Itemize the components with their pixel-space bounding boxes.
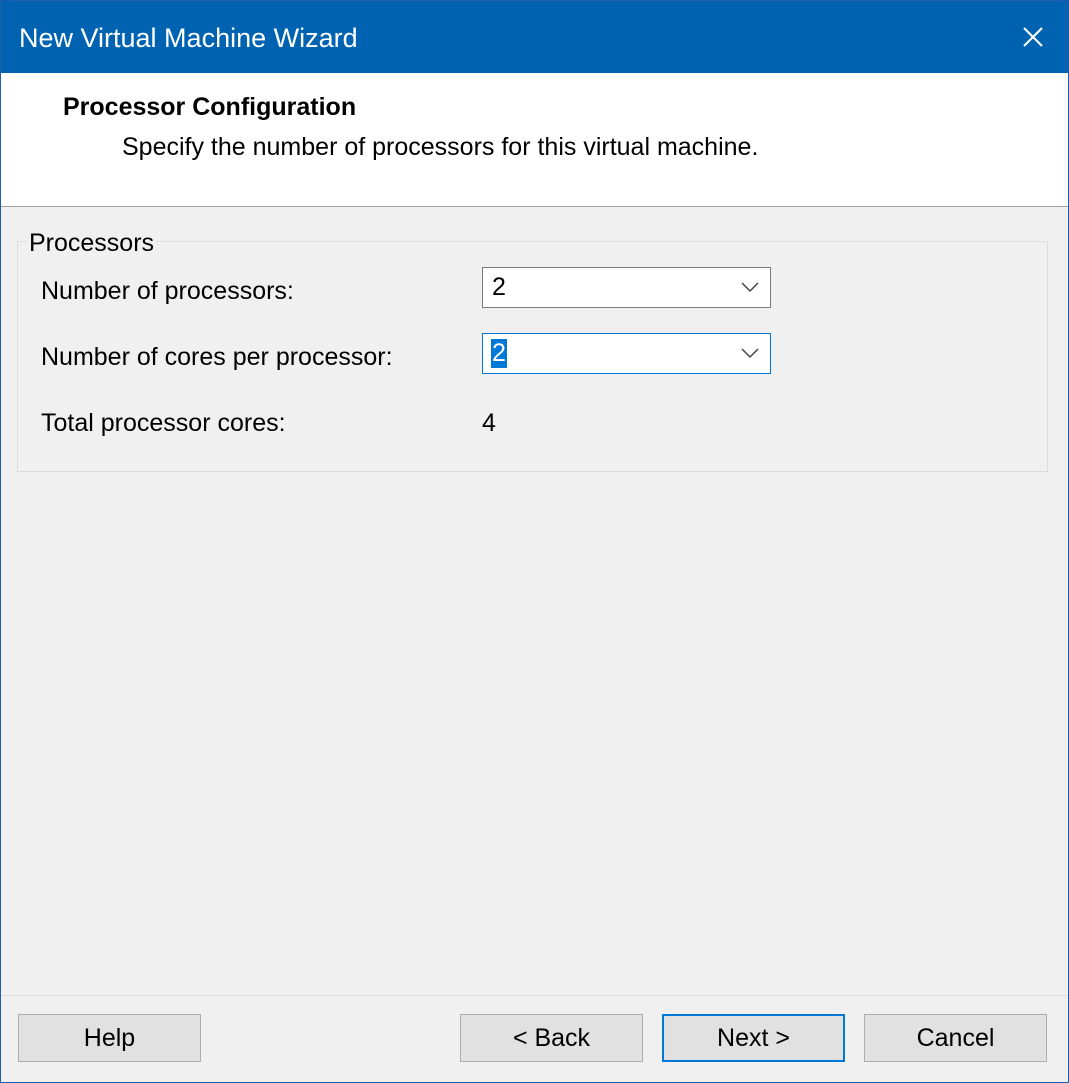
processors-group-label: Processors — [27, 229, 157, 258]
num-processors-value: 2 — [492, 273, 506, 301]
page-subtitle: Specify the number of processors for thi… — [122, 133, 759, 161]
total-cores-value: 4 — [482, 409, 496, 437]
close-icon — [1023, 27, 1043, 47]
page-title: Processor Configuration — [63, 93, 357, 121]
help-button[interactable]: Help — [18, 1014, 201, 1062]
chevron-down-icon[interactable] — [740, 280, 760, 294]
title-bar: New Virtual Machine Wizard — [1, 1, 1068, 73]
num-processors-dropdown[interactable]: 2 — [482, 267, 771, 308]
window-title: New Virtual Machine Wizard — [19, 23, 358, 53]
next-button[interactable]: Next > — [662, 1014, 845, 1062]
cancel-button[interactable]: Cancel — [864, 1014, 1047, 1062]
back-button[interactable]: < Back — [460, 1014, 643, 1062]
footer-divider — [1, 995, 1068, 996]
num-processors-label: Number of processors: — [41, 277, 294, 305]
chevron-down-icon[interactable] — [740, 346, 760, 360]
close-button[interactable] — [998, 1, 1068, 73]
cores-per-processor-dropdown[interactable]: 2 — [482, 333, 771, 374]
wizard-window: New Virtual Machine Wizard Processor Con… — [0, 0, 1069, 1083]
cores-per-processor-label: Number of cores per processor: — [41, 343, 393, 371]
wizard-header: Processor Configuration Specify the numb… — [1, 73, 1068, 207]
cores-per-processor-value: 2 — [491, 339, 507, 368]
total-cores-label: Total processor cores: — [41, 409, 286, 437]
